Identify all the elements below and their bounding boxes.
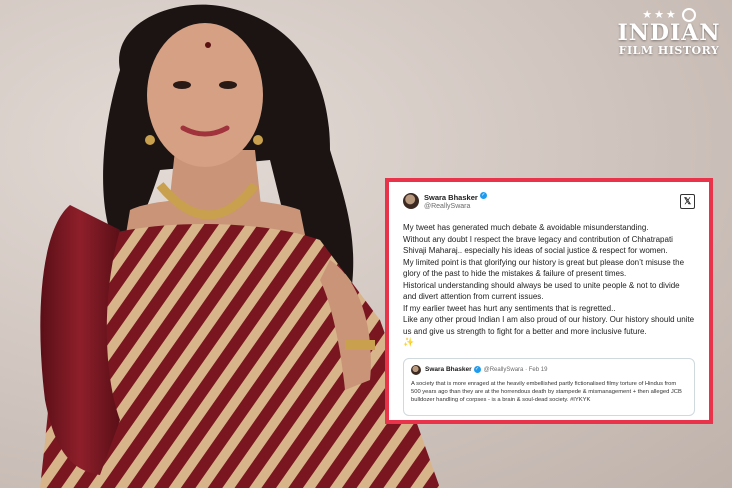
author-name: Swara Bhasker	[424, 193, 478, 202]
x-logo-icon: 𝕏	[680, 193, 695, 209]
author-block: Swara Bhasker ✓ @ReallySwara	[424, 191, 487, 211]
tweet-paragraph: My limited point is that glorifying our …	[403, 257, 685, 279]
avatar	[403, 193, 419, 209]
tweet-paragraph: If my earlier tweet has hurt any sentime…	[403, 303, 616, 313]
site-logo: ★★★ INDIAN FILM HISTORY	[616, 8, 722, 57]
verified-badge-icon: ✓	[473, 366, 481, 373]
verified-badge-icon: ✓	[479, 192, 487, 200]
avatar	[411, 364, 421, 375]
tweet-card: Swara Bhasker ✓ @ReallySwara 𝕏 My tweet h…	[389, 182, 709, 420]
sparkle-icon: ✨	[403, 337, 415, 347]
tweet-paragraph: Historical understanding should always b…	[403, 280, 680, 302]
tweet-paragraph: My tweet has generated much debate & avo…	[403, 223, 649, 232]
quoted-author-name: Swara Bhasker	[425, 366, 472, 373]
quoted-tweet-text: A society that is more enraged at the he…	[411, 380, 682, 403]
logo-subtitle: FILM HISTORY	[618, 44, 720, 57]
quoted-tweet[interactable]: Swara Bhasker ✓ @ReallySwara · Feb 19 A …	[403, 357, 695, 416]
tweet-text: My tweet has generated much debate & avo…	[403, 222, 695, 349]
tweet-header: Swara Bhasker ✓ @ReallySwara 𝕏	[403, 190, 695, 212]
tweet-card-frame: Swara Bhasker ✓ @ReallySwara 𝕏 My tweet h…	[385, 178, 713, 424]
tweet-paragraph: Like any other proud Indian I am also pr…	[403, 315, 695, 336]
quoted-handle-date: @ReallySwara · Feb 19	[483, 366, 548, 373]
logo-title: INDIAN	[617, 20, 721, 46]
author-handle: @ReallySwara	[424, 203, 471, 210]
quoted-tweet-header: Swara Bhasker ✓ @ReallySwara · Feb 19	[411, 364, 687, 376]
tweet-paragraph: Without any doubt I respect the brave le…	[403, 234, 673, 256]
